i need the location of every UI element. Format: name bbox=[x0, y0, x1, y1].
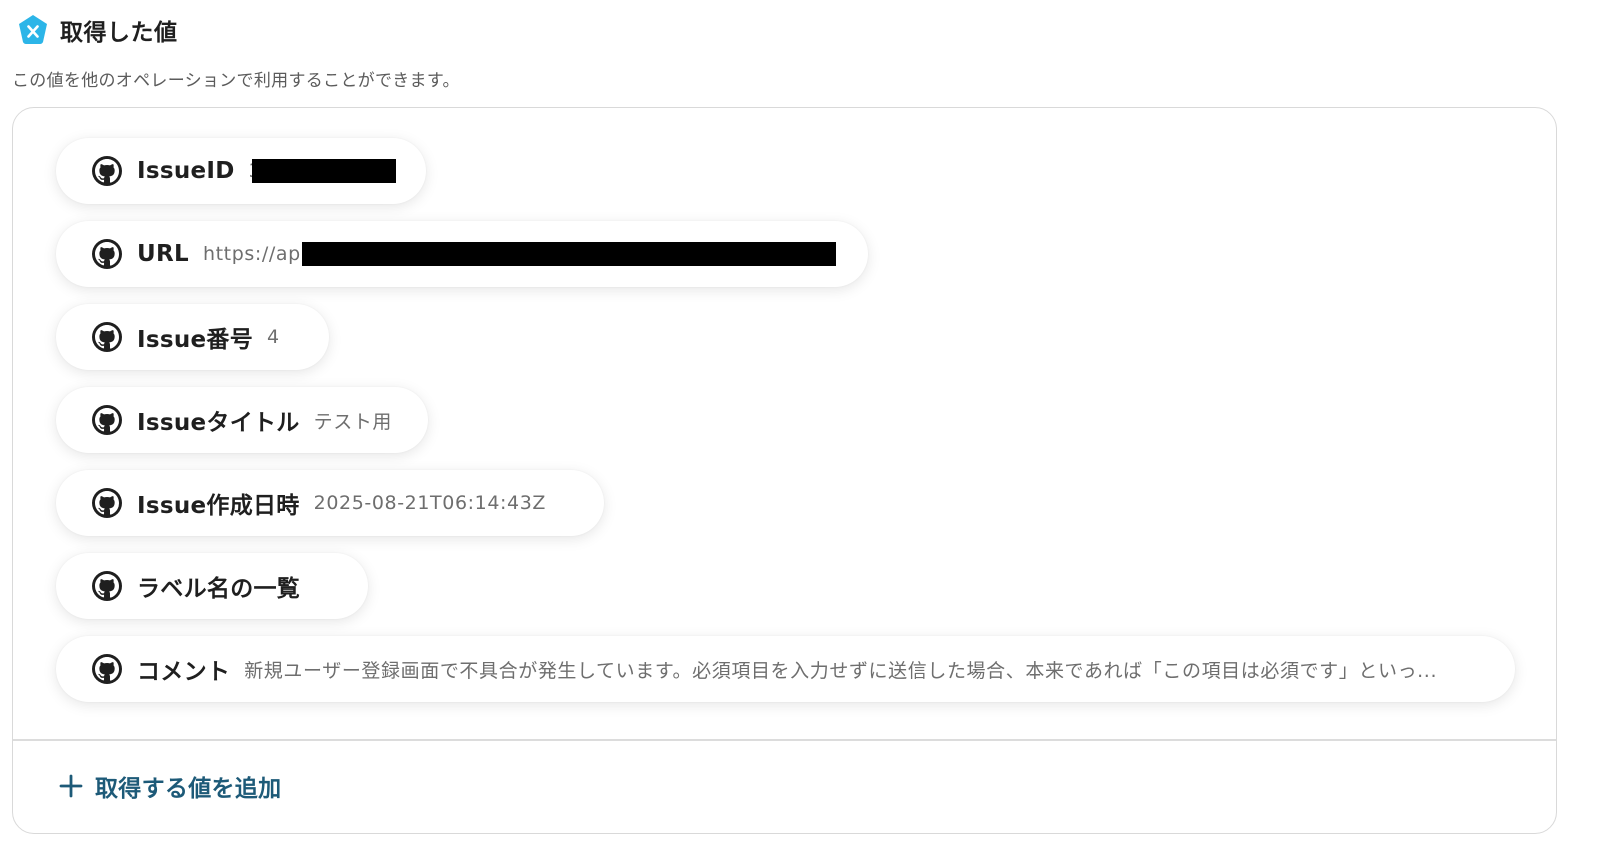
values-card: IssueID 3 URL https://ap Issue番号 4 Issue… bbox=[12, 107, 1557, 834]
value-label: Issue番号 bbox=[137, 327, 254, 353]
redaction-bar bbox=[251, 159, 396, 183]
section-description: この値を他のオペレーションで利用することができます。 bbox=[12, 71, 460, 91]
value-preview: テスト用 bbox=[313, 410, 393, 433]
value-pill-issue-created-at[interactable]: Issue作成日時 2025-08-21T06:14:43Z bbox=[56, 470, 604, 536]
add-value-button[interactable]: 取得する値を追加 bbox=[59, 768, 281, 804]
value-label: コメント bbox=[137, 659, 231, 685]
value-label: IssueID bbox=[137, 158, 235, 184]
github-icon bbox=[92, 322, 122, 352]
x-pentagon-icon bbox=[19, 15, 47, 44]
section-title: 取得した値 bbox=[60, 20, 178, 46]
section-header: 取得した値 bbox=[16, 12, 178, 48]
value-preview: 新規ユーザー登録画面で不具合が発生しています。必須項目を入力せずに送信した場合、… bbox=[244, 659, 1438, 682]
value-label: Issue作成日時 bbox=[137, 493, 300, 519]
github-icon bbox=[92, 405, 122, 435]
github-icon bbox=[92, 239, 122, 269]
value-pill-issue-number[interactable]: Issue番号 4 bbox=[56, 304, 329, 370]
value-pill-comment[interactable]: コメント 新規ユーザー登録画面で不具合が発生しています。必須項目を入力せずに送信… bbox=[56, 636, 1515, 702]
value-preview: https://ap bbox=[202, 243, 301, 265]
redaction-bar bbox=[301, 242, 836, 266]
divider bbox=[13, 739, 1556, 741]
add-value-label: 取得する値を追加 bbox=[95, 776, 282, 802]
github-icon bbox=[92, 156, 122, 186]
github-icon bbox=[92, 488, 122, 518]
value-pill-url[interactable]: URL https://ap bbox=[56, 221, 868, 287]
value-preview: 4 bbox=[267, 326, 280, 348]
value-label: URL bbox=[137, 241, 189, 267]
value-pill-label-names[interactable]: ラベル名の一覧 bbox=[56, 553, 368, 619]
value-label: ラベル名の一覧 bbox=[137, 576, 301, 602]
value-pill-issue-id[interactable]: IssueID 3 bbox=[56, 138, 426, 204]
plus-icon bbox=[59, 774, 83, 798]
value-pill-issue-title[interactable]: Issueタイトル テスト用 bbox=[56, 387, 428, 453]
github-icon bbox=[92, 571, 122, 601]
github-icon bbox=[92, 654, 122, 684]
value-label: Issueタイトル bbox=[137, 410, 300, 436]
value-preview: 2025-08-21T06:14:43Z bbox=[313, 492, 546, 514]
